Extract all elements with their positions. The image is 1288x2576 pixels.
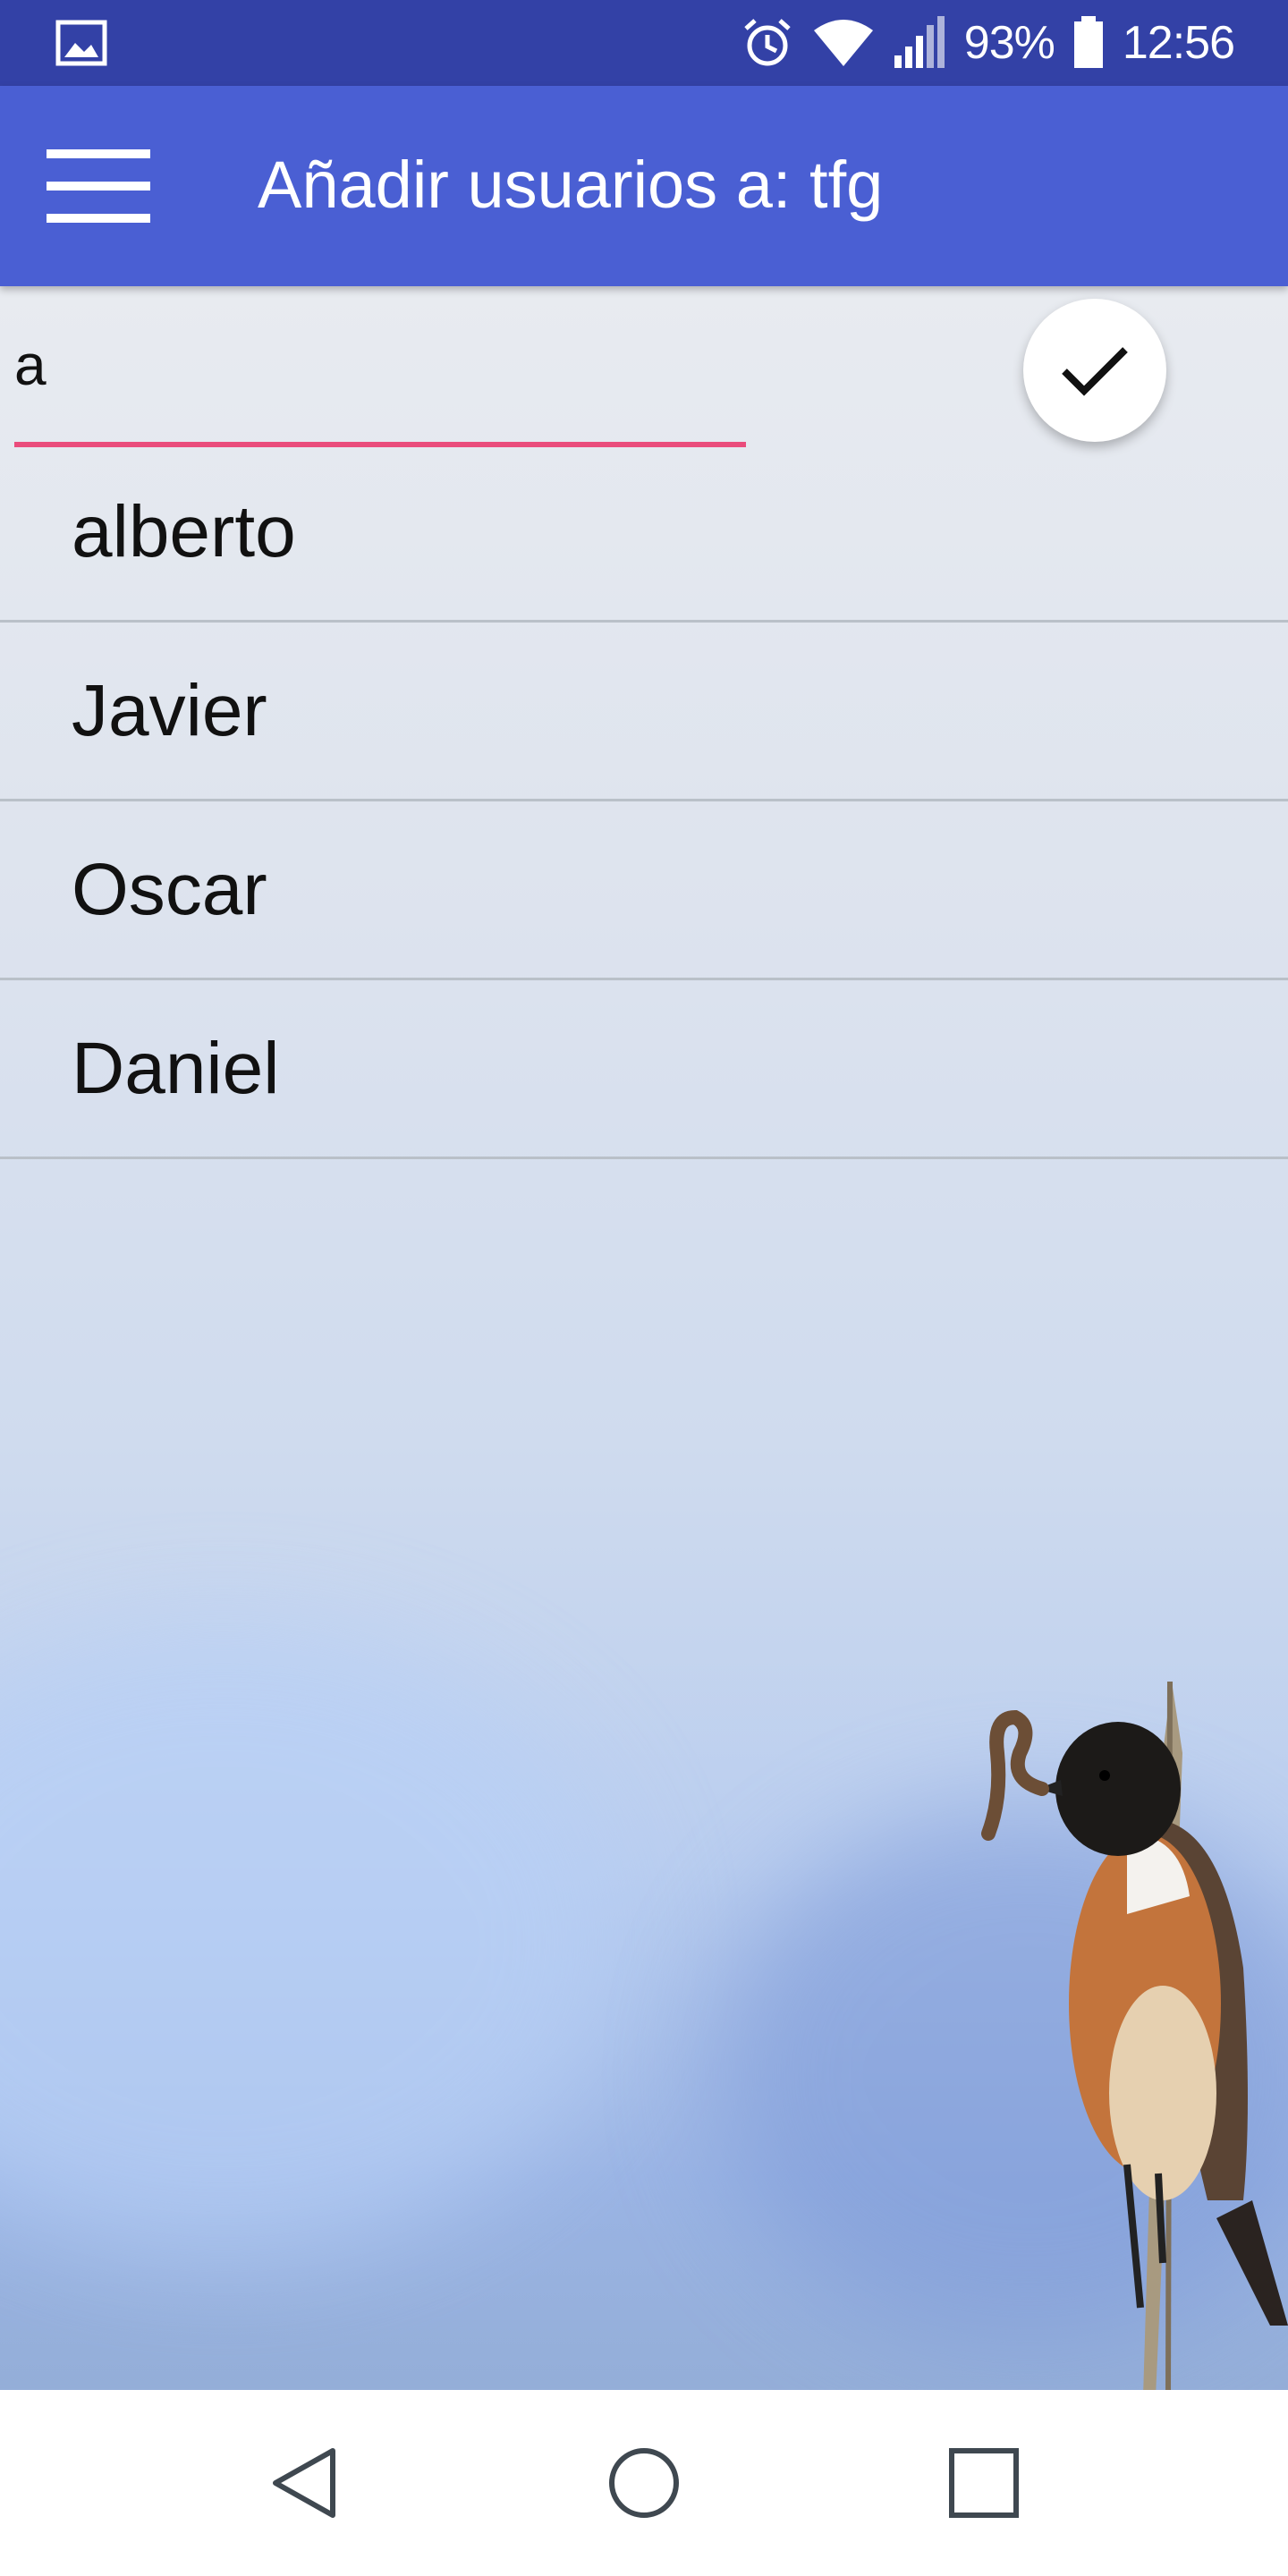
search-field[interactable] [14, 322, 746, 447]
recents-icon [949, 2448, 1019, 2518]
list-item[interactable]: alberto [0, 444, 1288, 623]
bird-background-image [981, 1681, 1288, 2390]
gallery-icon [55, 20, 107, 66]
alarm-icon [744, 19, 791, 66]
navigation-bar [0, 2390, 1288, 2576]
background-blob [0, 1628, 626, 2254]
list-item[interactable]: Daniel [0, 980, 1288, 1159]
menu-button[interactable] [36, 136, 161, 236]
user-list: alberto Javier Oscar Daniel [0, 444, 1288, 1159]
main-content: alberto Javier Oscar Daniel [0, 286, 1288, 2390]
page-title: Añadir usuarios a: tfg [258, 148, 884, 222]
battery-percent: 93% [963, 17, 1055, 69]
list-item[interactable]: Javier [0, 623, 1288, 801]
recents-button[interactable] [941, 2440, 1027, 2526]
wifi-icon [813, 20, 873, 66]
home-icon [609, 2448, 679, 2518]
app-bar: Añadir usuarios a: tfg [0, 86, 1288, 286]
back-button[interactable] [261, 2440, 347, 2526]
back-icon [273, 2448, 335, 2518]
signal-icon [894, 16, 945, 68]
battery-icon [1073, 16, 1103, 68]
status-bar: 93% 12:56 [0, 0, 1288, 86]
search-input[interactable] [14, 322, 746, 408]
confirm-button[interactable] [1023, 299, 1166, 442]
list-item[interactable]: Oscar [0, 801, 1288, 980]
home-button[interactable] [601, 2440, 687, 2526]
hamburger-menu-icon [47, 149, 150, 223]
clock: 12:56 [1122, 17, 1235, 69]
check-icon [1062, 347, 1128, 396]
